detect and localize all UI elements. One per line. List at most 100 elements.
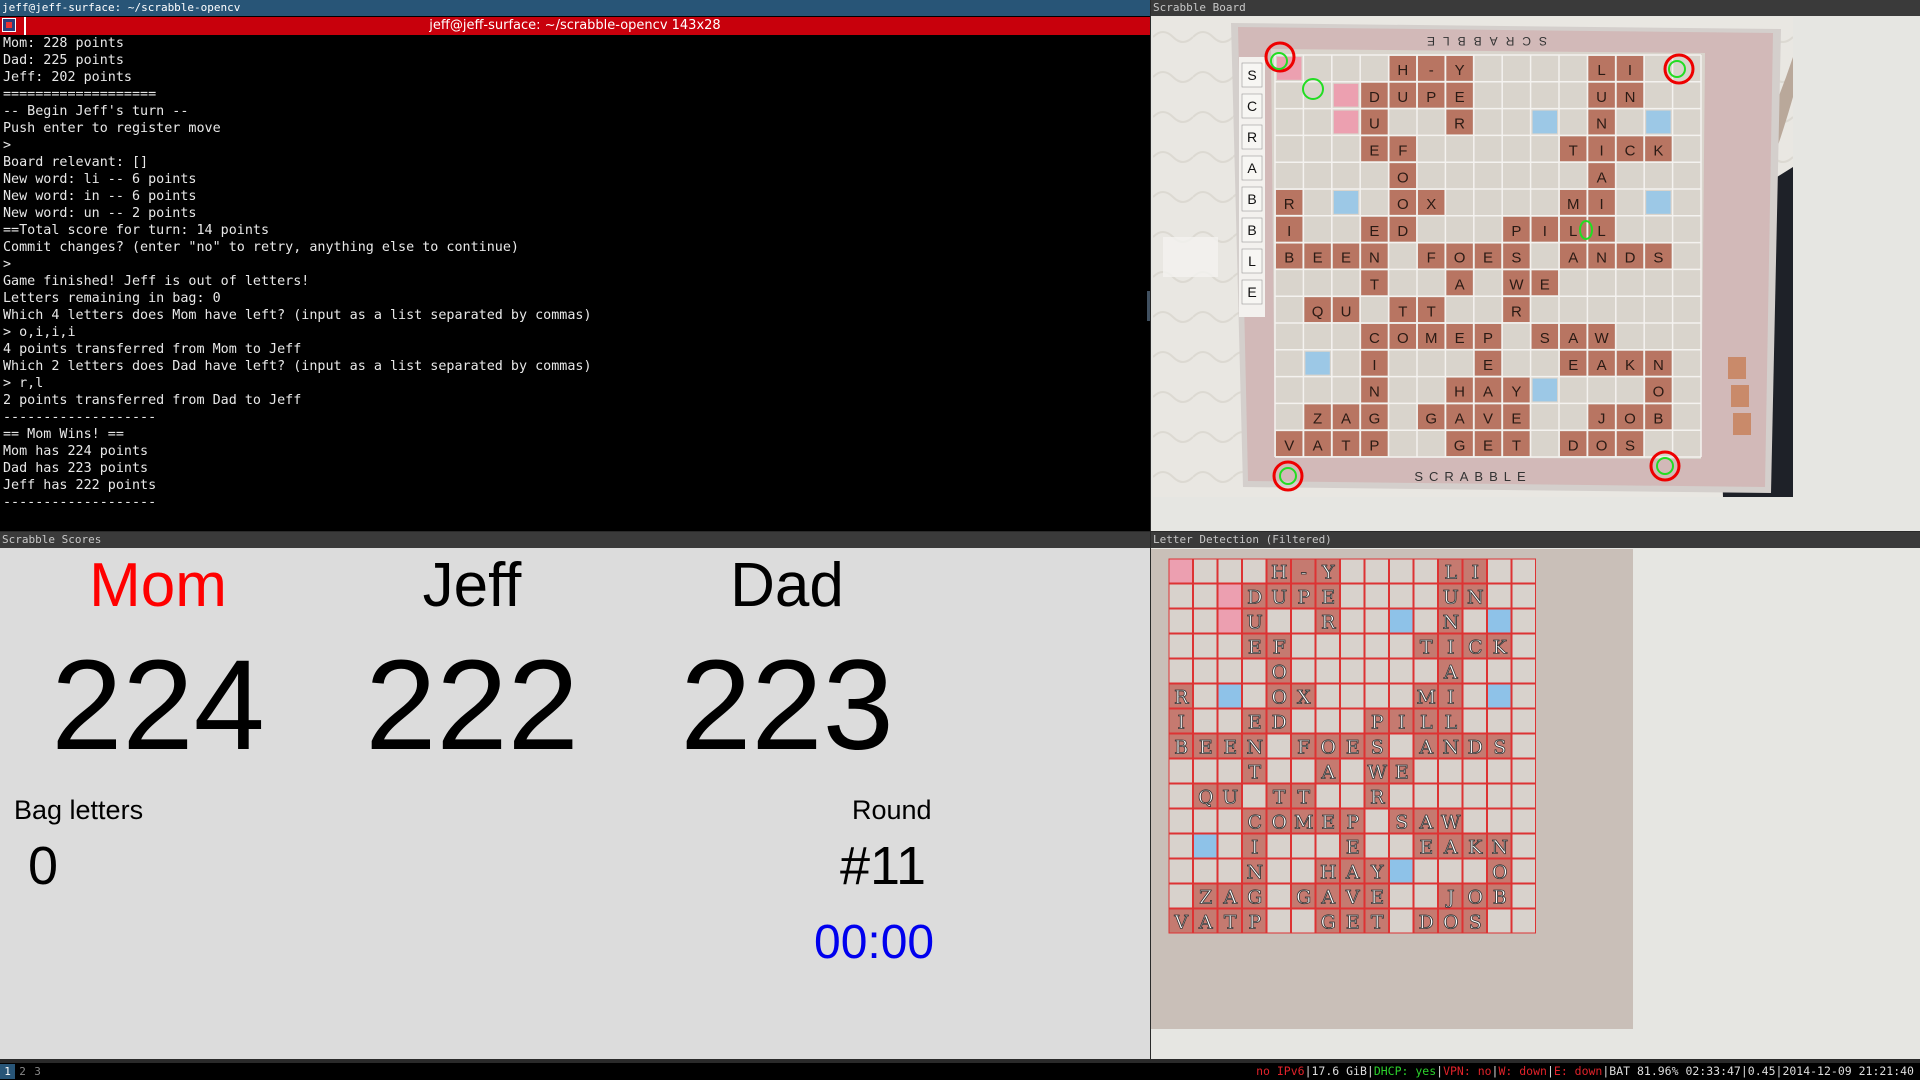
terminal-line: Board relevant: [] bbox=[3, 155, 149, 170]
detection-cell bbox=[1413, 758, 1438, 784]
board-tile-letter: E bbox=[1511, 411, 1521, 428]
detection-cell bbox=[1389, 608, 1414, 634]
board-tile-letter: L bbox=[1569, 223, 1577, 240]
detected-letter: W bbox=[1367, 762, 1387, 784]
detected-letter: A bbox=[1418, 812, 1433, 834]
detected-letter: O bbox=[1320, 737, 1336, 759]
detection-cell bbox=[1217, 633, 1242, 659]
detected-letter: E bbox=[1419, 837, 1433, 859]
board-tile-letter: G bbox=[1454, 437, 1466, 454]
board-tile-letter: O bbox=[1454, 250, 1466, 267]
detected-letter: E bbox=[1321, 587, 1335, 609]
detection-cell bbox=[1266, 733, 1291, 759]
terminal-line: -- Begin Jeff's turn -- bbox=[3, 104, 189, 119]
detected-letter: A bbox=[1443, 837, 1458, 859]
detection-cell bbox=[1291, 858, 1316, 884]
board-tile-letter: E bbox=[1483, 250, 1493, 267]
taskbar: 1 2 3 no IPv6|17.6 GiB|DHCP: yes|VPN: no… bbox=[0, 1063, 1920, 1080]
terminal-line: Mom: 228 points bbox=[3, 36, 124, 51]
detection-cell bbox=[1168, 808, 1193, 834]
terminal-app-icon[interactable] bbox=[2, 18, 16, 32]
board-tile-letter: I bbox=[1543, 223, 1547, 240]
detection-cell bbox=[1511, 883, 1536, 909]
detected-letter: R bbox=[1370, 787, 1385, 809]
player-name-jeff: Jeff bbox=[422, 551, 522, 620]
detection-cell bbox=[1193, 708, 1218, 734]
board-camera-window[interactable]: Scrabble Board H-YLIDUPEUNURNEFTICKOAROX… bbox=[1151, 0, 1920, 531]
detected-letter: I bbox=[1447, 687, 1455, 709]
terminal-tab-bar[interactable]: jeff@jeff-surface: ~/scrabble-opencv 143… bbox=[0, 17, 1150, 35]
terminal-window[interactable]: jeff@jeff-surface: ~/scrabble-opencv jef… bbox=[0, 0, 1150, 531]
detected-letter: S bbox=[1395, 812, 1408, 834]
board-tile-letter: I bbox=[1287, 223, 1291, 240]
detection-cell bbox=[1340, 608, 1365, 634]
detected-letter: V bbox=[1173, 912, 1188, 934]
detection-cell bbox=[1340, 783, 1365, 809]
detection-cell bbox=[1389, 733, 1414, 759]
detected-letter: A bbox=[1198, 912, 1213, 934]
detection-cell bbox=[1217, 558, 1242, 584]
terminal-line: New word: un -- 2 points bbox=[3, 206, 197, 221]
detected-letter: Z bbox=[1199, 887, 1212, 909]
detection-cell bbox=[1413, 658, 1438, 684]
letter-detection-image: H-YLIDUPEUNURNEFTICKOAROXMIIEDPILLBEENFO… bbox=[1151, 549, 1633, 1029]
board-window-title: Scrabble Board bbox=[1151, 0, 1920, 16]
terminal-scrollbar[interactable] bbox=[1147, 291, 1150, 321]
scores-window[interactable]: Scrabble Scores Mom Jeff Dad 224 222 223… bbox=[0, 532, 1150, 1059]
board-tile-letter: O bbox=[1397, 330, 1409, 347]
detection-cell bbox=[1511, 683, 1536, 709]
bag-letters-label: Bag letters bbox=[14, 795, 144, 825]
board-tile-letter: U bbox=[1369, 116, 1380, 133]
terminal-line: Jeff: 202 points bbox=[3, 70, 132, 85]
board-tile-letter: N bbox=[1596, 116, 1607, 133]
detected-letter: M bbox=[1417, 687, 1436, 709]
detection-cell bbox=[1340, 708, 1365, 734]
detection-cell bbox=[1168, 883, 1193, 909]
detection-cell bbox=[1511, 608, 1536, 634]
board-tile-letter: M bbox=[1567, 196, 1580, 213]
terminal-output[interactable]: Mom: 228 points Dad: 225 points Jeff: 202 … bbox=[3, 35, 1144, 527]
side-letter: B bbox=[1247, 191, 1256, 207]
detected-letter: G bbox=[1247, 887, 1262, 909]
detection-window-title: Letter Detection (Filtered) bbox=[1151, 532, 1920, 548]
detection-cell bbox=[1168, 858, 1193, 884]
detected-letter: O bbox=[1467, 887, 1483, 909]
board-tile-letter: N bbox=[1596, 250, 1607, 267]
detection-cell bbox=[1217, 658, 1242, 684]
scores-window-title: Scrabble Scores bbox=[0, 532, 1150, 548]
board-tile-letter: E bbox=[1369, 143, 1379, 160]
detected-letter: Y bbox=[1321, 562, 1335, 584]
letter-detection-window[interactable]: Letter Detection (Filtered) H-YLIDUPEUNU… bbox=[1151, 532, 1920, 1059]
detection-cell bbox=[1217, 758, 1242, 784]
detection-cell bbox=[1168, 783, 1193, 809]
status-segment: 2014-12-09 21:21:40 bbox=[1782, 1064, 1914, 1078]
terminal-line: 4 points transferred from Mom to Jeff bbox=[3, 342, 302, 357]
side-letter: A bbox=[1247, 160, 1257, 176]
board-tile-letter: L bbox=[1597, 223, 1605, 240]
detection-cell bbox=[1487, 583, 1512, 609]
workspace-2-button[interactable]: 2 bbox=[15, 1064, 30, 1079]
workspace-3-button[interactable]: 3 bbox=[30, 1064, 45, 1079]
detection-cell bbox=[1242, 558, 1267, 584]
detection-cell bbox=[1487, 908, 1512, 934]
detection-cell bbox=[1389, 583, 1414, 609]
detection-cell bbox=[1511, 858, 1536, 884]
board-tile-letter: D bbox=[1568, 437, 1579, 454]
board-tile-letter: P bbox=[1511, 223, 1521, 240]
board-tile-letter: K bbox=[1625, 357, 1635, 374]
detected-letter: T bbox=[1371, 912, 1384, 934]
detected-letter: A bbox=[1443, 662, 1458, 684]
terminal-line: Which 2 letters does Dad have left? (inp… bbox=[3, 359, 592, 374]
board-tile-letter: E bbox=[1455, 89, 1465, 106]
detected-letter: A bbox=[1222, 887, 1237, 909]
workspace-1-button[interactable]: 1 bbox=[0, 1064, 15, 1079]
board-tile-letter: A bbox=[1483, 384, 1493, 401]
detection-cell bbox=[1511, 633, 1536, 659]
detection-cell bbox=[1193, 683, 1218, 709]
detected-letter: I bbox=[1398, 712, 1406, 734]
detected-letter: T bbox=[1248, 762, 1261, 784]
detection-cell bbox=[1168, 558, 1193, 584]
detected-letter: P bbox=[1371, 712, 1384, 734]
board-tile-letter: K bbox=[1653, 143, 1663, 160]
detected-letter: K bbox=[1493, 637, 1508, 659]
